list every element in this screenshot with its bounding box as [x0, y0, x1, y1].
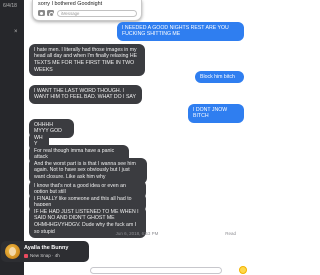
close-icon[interactable]: × — [14, 29, 18, 35]
snap-notification[interactable]: Ayalla the Bunny New Snap · 4h — [1, 241, 89, 262]
app-store-icon[interactable] — [47, 10, 54, 17]
outgoing-message: I DONT JNOW BITCH — [188, 104, 244, 123]
message-thread[interactable]: sorry I bothered Goodnight iMessage I NE… — [24, 0, 250, 275]
emoji-icon[interactable] — [239, 266, 247, 274]
avatar — [5, 244, 20, 259]
notification-time: 4h — [54, 253, 60, 258]
message-timestamp: Jun 6, 2018, 6:53 PM — [115, 231, 159, 236]
left-sidebar: 6/4/18 × — [0, 0, 24, 275]
notification-sender: Ayalla the Bunny — [24, 245, 69, 251]
sidebar-date: 6/4/18 — [3, 3, 17, 9]
outgoing-message: Block him bitch — [195, 71, 244, 83]
reply-notification[interactable]: sorry I bothered Goodnight iMessage — [32, 0, 142, 21]
notification-subtitle: New Snap · 4h — [24, 253, 60, 258]
snap-icon — [24, 253, 28, 258]
message-input[interactable] — [90, 267, 222, 274]
quick-reply-input[interactable]: iMessage — [57, 10, 137, 17]
read-receipt: Read — [225, 231, 236, 236]
outgoing-message: I NEEDED A GOOD NIGHTS REST ARE YOU FUCK… — [117, 22, 244, 41]
incoming-message: I hate men. I literally had those images… — [29, 44, 145, 77]
incoming-message: I WANT THE LAST WORD THOUGH. I WANT HIM … — [29, 85, 142, 104]
notification-message: sorry I bothered Goodnight — [38, 1, 103, 7]
camera-icon[interactable] — [38, 10, 45, 16]
snap-label: New Snap — [30, 253, 51, 258]
